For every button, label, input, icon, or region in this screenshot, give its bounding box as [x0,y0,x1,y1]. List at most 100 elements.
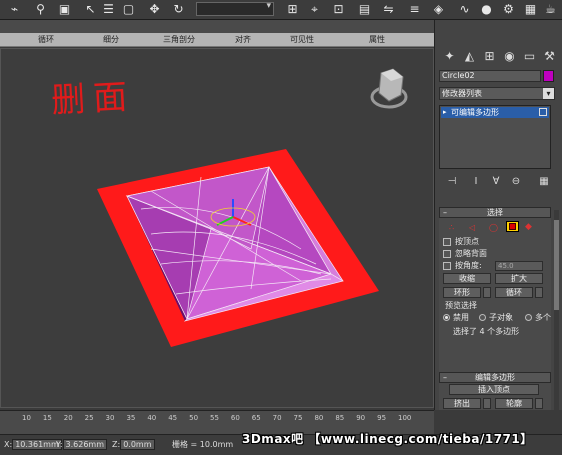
angle-spinner[interactable]: 45.0 [495,261,543,271]
preview-selection-title: 预览选择 [445,301,477,310]
scroll-thumb[interactable] [554,220,559,310]
timeline-tick-label: 85 [335,414,345,422]
timeline-tick-label: 50 [189,414,199,422]
preview-subobject-radio[interactable] [479,314,486,321]
command-panel-scrollbar[interactable] [554,210,559,410]
extrude-settings-button[interactable] [483,398,491,409]
object-color-swatch[interactable] [543,70,554,82]
motion-tab-icon[interactable]: ◉ [501,48,518,65]
timeline-tick-label: 90 [356,414,366,422]
pin-stack-icon[interactable]: ⊣ [445,175,459,189]
edit-polygons-rollout: – 编辑多边形 插入顶点 挤出 轮廓 [439,372,551,410]
extrude-button[interactable]: 挤出 [443,398,481,409]
modify-tab-icon[interactable]: ◭ [461,48,478,65]
select-by-name-icon[interactable]: ☰ [100,1,117,18]
select-filter-icon[interactable]: ▣ [56,1,73,18]
graphite-ribbon: 循环 细分 三角剖分 对齐 可见性 属性 [0,33,434,47]
modifier-list-dropdown[interactable]: 修改器列表 ▾ [439,87,555,100]
hierarchy-tab-icon[interactable]: ⊞ [481,48,498,65]
vertex-level-icon[interactable]: ∴ [449,222,454,234]
expand-arrow-icon[interactable]: ▸ [443,107,447,118]
border-level-icon[interactable]: ◯ [489,222,498,234]
insert-vertex-row: 插入顶点 [439,383,551,397]
preview-multi-radio[interactable] [525,314,532,321]
timeline-tick-label: 15 [42,414,52,422]
timeline-tick-label: 10 [22,414,31,422]
ribbon-tab-properties[interactable]: 属性 [369,34,385,45]
command-panel-tabs: ✦ ◭ ⊞ ◉ ▭ ⚒ [439,48,559,66]
utilities-tab-icon[interactable]: ⚒ [541,48,558,65]
ribbon-tab-triangulation[interactable]: 三角剖分 [163,34,195,45]
configure-modifier-sets-icon[interactable]: ▦ [537,175,551,189]
ribbon-tab-align[interactable]: 对齐 [235,34,251,45]
object-name-field[interactable]: Circle02 [439,70,541,82]
z-coordinate-field[interactable]: 0.0mm [120,439,155,450]
by-angle-checkbox[interactable] [443,262,451,270]
element-level-icon[interactable]: ◆ [525,221,532,233]
material-editor-icon[interactable]: ● [478,1,495,18]
rect-selection-icon[interactable]: ▢ [120,1,137,18]
timeline-tick-label: 25 [84,414,94,422]
select-object-icon[interactable]: ↖ [82,1,99,18]
preview-disabled-radio[interactable] [443,314,450,321]
preview-selection-options: 禁用 子对象 多个 [439,312,551,324]
ribbon-tab-visibility[interactable]: 可见性 [290,34,314,45]
outline-settings-button[interactable] [535,398,543,409]
y-coordinate-field[interactable]: 3.626mm [62,439,108,450]
scene-geometry [97,68,408,347]
render-frame-icon[interactable]: ▦ [522,1,539,18]
insert-vertex-button[interactable]: 插入顶点 [449,384,539,395]
display-tab-icon[interactable]: ▭ [521,48,538,65]
remove-modifier-icon[interactable]: ⊖ [509,175,523,189]
timeline-tick-label: 80 [314,414,324,422]
layer-manager-icon[interactable]: ◈ [430,1,447,18]
selection-status: 选择了 4 个多边形 [453,327,520,336]
x-coordinate-field[interactable]: 10.361mm [12,439,62,450]
mirror-icon[interactable]: ⇋ [380,1,397,18]
grid-size: 栅格 = 10.0mm [172,440,234,449]
curve-editor-icon[interactable]: ∿ [456,1,473,18]
rotate-icon[interactable]: ↻ [170,1,187,18]
ribbon-header [0,20,434,33]
make-unique-icon[interactable]: ∀ [489,175,503,189]
edit-polygons-rollout-header[interactable]: – 编辑多边形 [439,372,551,383]
main-toolbar: ⌁ ⚲ ▣ ↖ ☰ ▢ ✥ ↻ ▾ ⊞ ⌖ ⊡ ▤ ⇋ ≡ ◈ ∿ ● ⚙ ▦ … [0,0,562,20]
link-icon[interactable]: ⌁ [6,1,23,18]
snaps-toggle-icon[interactable]: ⊡ [330,1,347,18]
stack-item-toggle[interactable] [539,108,547,116]
reference-coord-dropdown[interactable]: ▾ [196,1,274,16]
by-vertex-checkbox[interactable] [443,238,451,246]
timeline-tick-label: 70 [272,414,282,422]
render-icon[interactable]: ☕ [542,1,559,18]
outline-button[interactable]: 轮廓 [495,398,533,409]
align-icon[interactable]: ≡ [406,1,423,18]
timeline-tick-label: 20 [63,414,73,422]
loop-spinner[interactable] [535,287,543,298]
loop-button[interactable]: 循环 [495,287,533,298]
timeline-tick-label: 35 [126,414,136,422]
ring-button[interactable]: 环形 [443,287,481,298]
shrink-button[interactable]: 收缩 [443,273,491,284]
edge-level-icon[interactable]: ◁ [469,222,475,234]
polygon-level-icon[interactable] [506,221,519,232]
selection-rollout-header[interactable]: – 选择 [439,207,551,218]
create-tab-icon[interactable]: ✦ [441,48,458,65]
ring-spinner[interactable] [483,287,491,298]
perspective-viewport[interactable]: 删面 [0,48,434,408]
subobject-level-row: ∴ ◁ ◯ ◆ [439,218,551,236]
named-selection-icon[interactable]: ▤ [356,1,373,18]
grow-button[interactable]: 扩大 [495,273,543,284]
show-end-result-icon[interactable]: Ⅰ [469,175,483,189]
viewcube-icon[interactable] [370,68,408,109]
y-coordinate: Y: 3.626mm [56,439,108,451]
stack-item-editable-poly[interactable]: ▸ 可编辑多边形 [441,107,549,118]
ribbon-tab-loop[interactable]: 循环 [38,34,54,45]
move-icon[interactable]: ✥ [146,1,163,18]
select-manipulate-icon[interactable]: ⌖ [306,1,323,18]
bind-space-warp-icon[interactable]: ⚲ [32,1,49,18]
chevron-down-icon: ▾ [266,1,271,11]
ribbon-tab-subdivision[interactable]: 细分 [103,34,119,45]
ignore-backfacing-checkbox[interactable] [443,250,451,258]
render-setup-icon[interactable]: ⚙ [500,1,517,18]
pivot-center-icon[interactable]: ⊞ [284,1,301,18]
